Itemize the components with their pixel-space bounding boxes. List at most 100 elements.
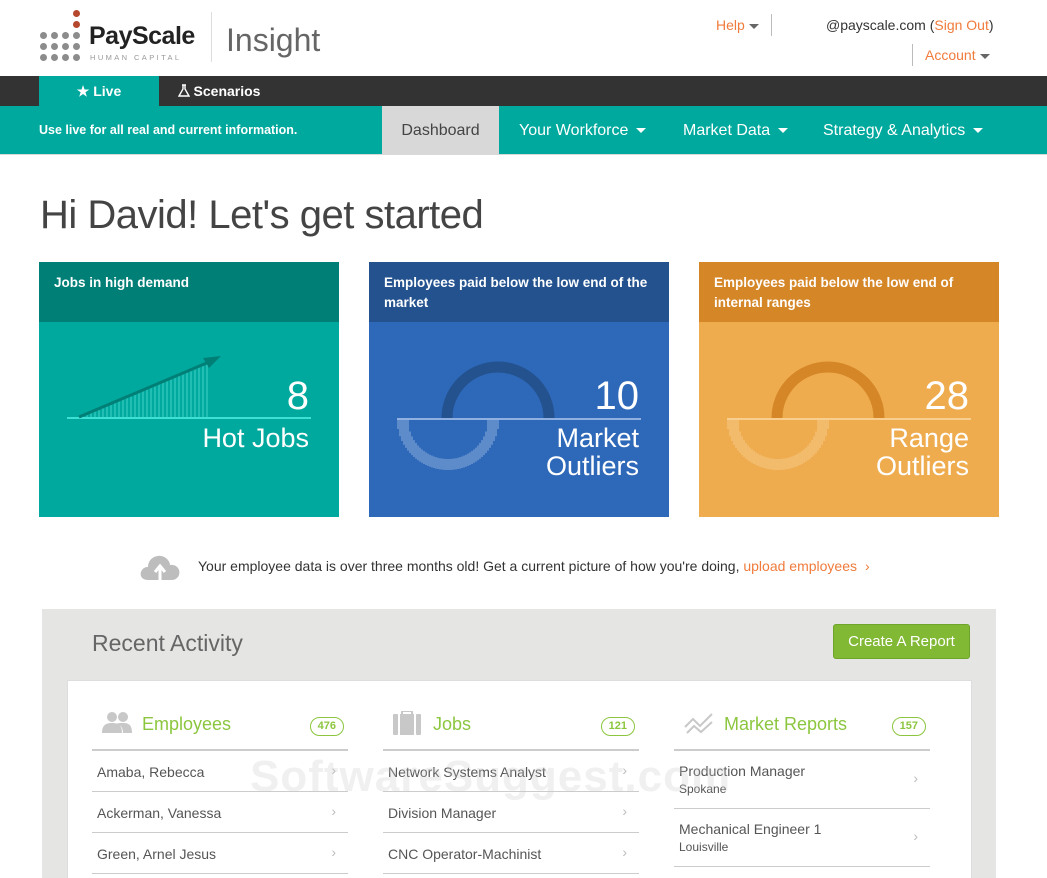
arc-gauge-icon	[397, 361, 641, 470]
column-header[interactable]: Market Reports 157	[674, 681, 930, 751]
chevron-right-icon: ›	[331, 803, 336, 819]
nav-info-text: Use live for all real and current inform…	[39, 123, 298, 137]
range-outliers-label: Range Outliers	[876, 424, 969, 480]
chevron-right-icon: ›	[913, 770, 918, 786]
card-title: Jobs in high demand	[39, 262, 339, 322]
card-body: 10 Market Outliers	[369, 322, 669, 517]
stale-data-notice: Your employee data is over three months …	[138, 552, 898, 582]
hot-jobs-card[interactable]: Jobs in high demand 8 Hot Jobs	[39, 262, 339, 517]
people-icon	[102, 712, 132, 733]
notice-text: Your employee data is over three months …	[198, 558, 870, 574]
sign-out-link[interactable]: Sign Out	[934, 17, 988, 33]
divider	[912, 44, 913, 66]
mode-bar: ★ Live Scenarios	[0, 76, 1047, 106]
account-menu[interactable]: Account	[925, 47, 990, 63]
item-label: Amaba, Rebecca	[97, 764, 205, 780]
user-email: @payscale.com	[826, 17, 926, 33]
nav-market-data-label: Market Data	[683, 122, 771, 139]
tab-live-label: Live	[93, 83, 122, 99]
label-line: Range	[889, 423, 969, 453]
market-reports-count-badge: 157	[891, 717, 926, 736]
label-line: Market	[556, 423, 639, 453]
nav-your-workforce[interactable]: Your Workforce	[499, 106, 666, 155]
chevron-right-icon: ›	[622, 803, 627, 819]
card-title: Employees paid below the low end of inte…	[699, 262, 999, 322]
card-body: 8 Hot Jobs	[39, 322, 339, 517]
rising-trend-icon	[67, 356, 311, 419]
jobs-column: Jobs 121 Network Systems Analyst › Divisi…	[383, 681, 639, 874]
item-title: Mechanical Engineer 1	[679, 821, 822, 837]
nav-strategy-analytics-label: Strategy & Analytics	[823, 122, 966, 139]
caret-down-icon	[748, 23, 759, 29]
label-line: Outliers	[875, 451, 969, 481]
item-title: Production Manager	[679, 763, 806, 779]
item-location: Spokane	[679, 782, 727, 796]
chevron-right-icon: ›	[913, 828, 918, 844]
item-label: Green, Arnel Jesus	[97, 846, 217, 862]
tab-live[interactable]: ★ Live	[39, 76, 159, 106]
star-icon: ★	[76, 83, 90, 99]
item-label: Ackerman, Vanessa	[97, 805, 222, 821]
chevron-right-icon: ›	[622, 844, 627, 860]
page-title: Hi David! Let's get started	[40, 193, 484, 237]
arc-gauge-icon	[727, 361, 971, 470]
user-info: @payscale.com (Sign Out)	[826, 17, 994, 33]
range-outliers-card[interactable]: Employees paid below the low end of inte…	[699, 262, 999, 517]
upload-employees-link[interactable]: upload employees	[743, 558, 857, 574]
nav-strategy-analytics[interactable]: Strategy & Analytics	[803, 106, 1003, 155]
market-outliers-card[interactable]: Employees paid below the low end of the …	[369, 262, 669, 517]
jobs-title: Jobs	[433, 714, 472, 734]
create-report-button[interactable]: Create A Report	[833, 624, 970, 659]
item-label: Division Manager	[388, 805, 497, 821]
brand-subtitle: HUMAN CAPITAL	[90, 53, 182, 62]
card-title: Employees paid below the low end of the …	[369, 262, 669, 322]
caret-down-icon	[979, 53, 990, 59]
help-menu[interactable]: Help	[716, 17, 759, 33]
employees-title: Employees	[142, 714, 232, 734]
main-nav: Use live for all real and current inform…	[0, 106, 1047, 155]
item-label: Network Systems Analyst	[388, 764, 546, 780]
market-outliers-label: Market Outliers	[546, 424, 639, 480]
item-label: CNC Operator-Machinist	[388, 846, 542, 862]
cloud-upload-icon	[140, 555, 180, 580]
list-item[interactable]: Network Systems Analyst ›	[383, 751, 639, 792]
nav-dashboard[interactable]: Dashboard	[382, 106, 499, 155]
tab-scenarios[interactable]: Scenarios	[159, 76, 279, 106]
brand-name: PayScale	[89, 22, 195, 50]
list-item[interactable]: Division Manager ›	[383, 792, 639, 833]
notice-message: Your employee data is over three months …	[198, 558, 744, 574]
hot-jobs-label: Hot Jobs	[202, 423, 309, 453]
list-item[interactable]: Amaba, Rebecca ›	[92, 751, 348, 792]
nav-dashboard-label: Dashboard	[401, 122, 480, 139]
item-location: Louisville	[679, 840, 729, 854]
recent-activity-title: Recent Activity	[92, 630, 243, 656]
help-label: Help	[716, 17, 745, 33]
logo-dots-icon	[40, 10, 84, 62]
chevron-right-icon: ›	[331, 762, 336, 778]
hot-jobs-count: 8	[286, 374, 309, 418]
list-item[interactable]: Mechanical Engineer 1 Louisville ›	[674, 809, 930, 867]
caret-down-icon	[636, 128, 647, 134]
label-line: Outliers	[545, 451, 639, 481]
trend-chart-icon	[684, 713, 713, 734]
jobs-count-badge: 121	[600, 717, 635, 736]
employees-count-badge: 476	[309, 717, 344, 736]
list-item[interactable]: Green, Arnel Jesus ›	[92, 833, 348, 874]
list-item[interactable]: CNC Operator-Machinist ›	[383, 833, 639, 874]
account-label: Account	[925, 47, 976, 63]
page: PayScale HUMAN CAPITAL Insight Help @pay…	[0, 0, 1047, 878]
nav-market-data[interactable]: Market Data	[663, 106, 808, 155]
column-header[interactable]: Jobs 121	[383, 681, 639, 751]
nav-your-workforce-label: Your Workforce	[519, 122, 629, 139]
payscale-logo[interactable]: PayScale HUMAN CAPITAL	[40, 10, 200, 65]
list-item[interactable]: Production Manager Spokane ›	[674, 751, 930, 809]
caret-down-icon	[778, 128, 789, 134]
card-body: 28 Range Outliers	[699, 322, 999, 517]
tab-scenarios-label: Scenarios	[193, 83, 261, 99]
chevron-right-icon: ›	[622, 762, 627, 778]
column-header[interactable]: Employees 476	[92, 681, 348, 751]
briefcase-icon	[393, 711, 421, 735]
list-item[interactable]: Ackerman, Vanessa ›	[92, 792, 348, 833]
market-reports-column: Market Reports 157 Production Manager Spo…	[674, 681, 930, 867]
recent-activity-section: Recent Activity Create A Report Employee…	[42, 609, 996, 878]
